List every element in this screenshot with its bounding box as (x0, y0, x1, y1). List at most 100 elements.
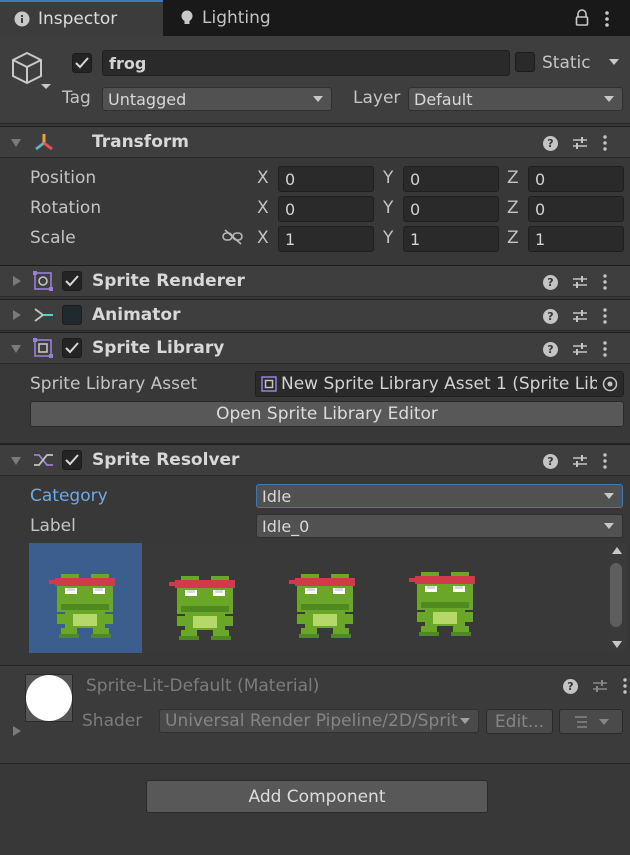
scale-y-value: 1 (410, 229, 421, 249)
chevron-down-icon (604, 493, 614, 499)
kebab-menu-icon[interactable] (602, 341, 608, 357)
transform-icon (33, 132, 55, 156)
kebab-menu-icon[interactable] (602, 274, 608, 290)
position-x-field[interactable]: 0 (278, 166, 374, 192)
help-icon[interactable]: ? (543, 274, 558, 290)
animator-header[interactable]: Animator ? (0, 299, 630, 331)
frog-sprite-icon[interactable] (407, 568, 483, 644)
scale-z-field[interactable]: 1 (528, 226, 624, 252)
sprite-grid-scrollbar[interactable] (608, 543, 625, 653)
transform-title: Transform (92, 132, 189, 152)
object-picker-icon[interactable] (597, 372, 623, 396)
help-icon[interactable]: ? (543, 341, 558, 357)
lock-icon[interactable] (575, 9, 589, 31)
rotation-label: Rotation (30, 198, 102, 218)
static-dropdown-arrow-icon[interactable] (609, 59, 619, 65)
kebab-menu-icon[interactable] (604, 10, 610, 32)
rotation-x-value: 0 (285, 199, 296, 219)
foldout-closed-icon[interactable] (13, 276, 21, 286)
help-icon[interactable]: ? (543, 308, 558, 324)
foldout-open-icon[interactable] (11, 345, 21, 353)
shader-label: Shader (82, 711, 143, 731)
frog-sprite-icon[interactable] (47, 568, 123, 644)
foldout-open-icon[interactable] (11, 457, 21, 465)
scale-y-field[interactable]: 1 (403, 226, 499, 252)
scale-x-field[interactable]: 1 (278, 226, 374, 252)
rotation-z-field[interactable]: 0 (528, 196, 624, 222)
foldout-open-icon[interactable] (11, 139, 21, 147)
tab-inspector[interactable]: Inspector (0, 0, 163, 36)
position-y-field[interactable]: 0 (403, 166, 499, 192)
object-name-input[interactable]: frog (102, 50, 510, 76)
sprite-resolver-header[interactable]: Sprite Resolver ? (0, 444, 630, 476)
edit-shader-button[interactable]: Edit... (486, 709, 553, 734)
scale-x-value: 1 (285, 229, 296, 249)
material-sphere-icon (26, 675, 72, 721)
checkmark-icon (65, 275, 79, 287)
position-y-value: 0 (410, 169, 421, 189)
help-icon[interactable]: ? (563, 678, 578, 694)
animator-icon (33, 305, 55, 329)
axis-z-label: Z (507, 168, 519, 188)
sprite-library-asset-label: Sprite Library Asset (30, 374, 198, 394)
preset-icon[interactable] (572, 274, 588, 290)
preset-icon[interactable] (592, 678, 608, 694)
kebab-menu-icon[interactable] (622, 678, 628, 694)
category-dropdown[interactable]: Idle (256, 484, 623, 508)
shader-dropdown[interactable]: Universal Render Pipeline/2D/Sprit (159, 709, 479, 733)
chevron-down-icon (599, 718, 609, 725)
gameobject-cube-icon[interactable] (10, 50, 54, 94)
kebab-menu-icon[interactable] (602, 135, 608, 151)
foldout-closed-icon[interactable] (13, 726, 21, 736)
tab-lighting[interactable]: Lighting (172, 0, 302, 36)
preset-icon[interactable] (572, 341, 588, 357)
sprite-library-asset-icon (261, 376, 277, 392)
foldout-closed-icon[interactable] (13, 310, 21, 320)
kebab-menu-icon[interactable] (602, 308, 608, 324)
rotation-x-field[interactable]: 0 (278, 196, 374, 222)
preset-icon[interactable] (572, 453, 588, 469)
axis-x-label: X (257, 228, 269, 248)
shader-options-button[interactable] (559, 709, 623, 734)
sprite-library-asset-field[interactable]: New Sprite Library Asset 1 (Sprite Lib (255, 371, 624, 397)
info-icon (14, 11, 30, 27)
static-checkbox[interactable] (515, 52, 535, 72)
sprite-renderer-enabled-checkbox[interactable] (62, 271, 82, 291)
sprite-renderer-header[interactable]: Sprite Renderer ? (0, 265, 630, 297)
label-dropdown[interactable]: Idle_0 (256, 514, 623, 538)
frog-sprite-icon[interactable] (167, 568, 243, 644)
material-title: Sprite-Lit-Default (Material) (86, 676, 320, 696)
open-sprite-library-editor-button[interactable]: Open Sprite Library Editor (30, 401, 624, 427)
frog-sprite-icon[interactable] (287, 568, 363, 644)
tag-dropdown[interactable]: Untagged (102, 87, 332, 111)
shader-value: Universal Render Pipeline/2D/Sprit (165, 711, 458, 731)
category-label: Category (30, 486, 108, 506)
rotation-z-value: 0 (535, 199, 546, 219)
add-component-button[interactable]: Add Component (146, 780, 488, 813)
sprite-library-header[interactable]: Sprite Library ? (0, 332, 630, 364)
sprite-resolver-enabled-checkbox[interactable] (62, 450, 82, 470)
scroll-down-arrow-icon[interactable] (612, 641, 622, 648)
sprite-library-title: Sprite Library (92, 338, 225, 358)
scroll-up-arrow-icon[interactable] (612, 547, 622, 554)
scrollbar-thumb[interactable] (610, 563, 622, 627)
help-icon[interactable]: ? (543, 135, 558, 151)
category-value: Idle (262, 486, 292, 506)
preset-icon[interactable] (572, 135, 588, 151)
kebab-menu-icon[interactable] (602, 453, 608, 469)
help-icon[interactable]: ? (543, 453, 558, 469)
material-preview[interactable] (25, 674, 73, 722)
layer-dropdown[interactable]: Default (408, 87, 623, 111)
link-constrain-icon[interactable] (222, 229, 244, 249)
sprite-renderer-icon (33, 271, 53, 295)
transform-body: Position X 0 Y 0 Z 0 Rotation X 0 Y 0 Z … (0, 158, 630, 264)
rotation-y-field[interactable]: 0 (403, 196, 499, 222)
transform-header[interactable]: Transform ? (0, 126, 630, 158)
layer-label: Layer (353, 88, 401, 108)
animator-enabled-checkbox[interactable] (62, 305, 82, 325)
active-checkbox[interactable] (72, 53, 92, 73)
sprite-library-body: Sprite Library Asset New Sprite Library … (0, 364, 630, 444)
position-z-field[interactable]: 0 (528, 166, 624, 192)
preset-icon[interactable] (572, 308, 588, 324)
sprite-library-enabled-checkbox[interactable] (62, 338, 82, 358)
